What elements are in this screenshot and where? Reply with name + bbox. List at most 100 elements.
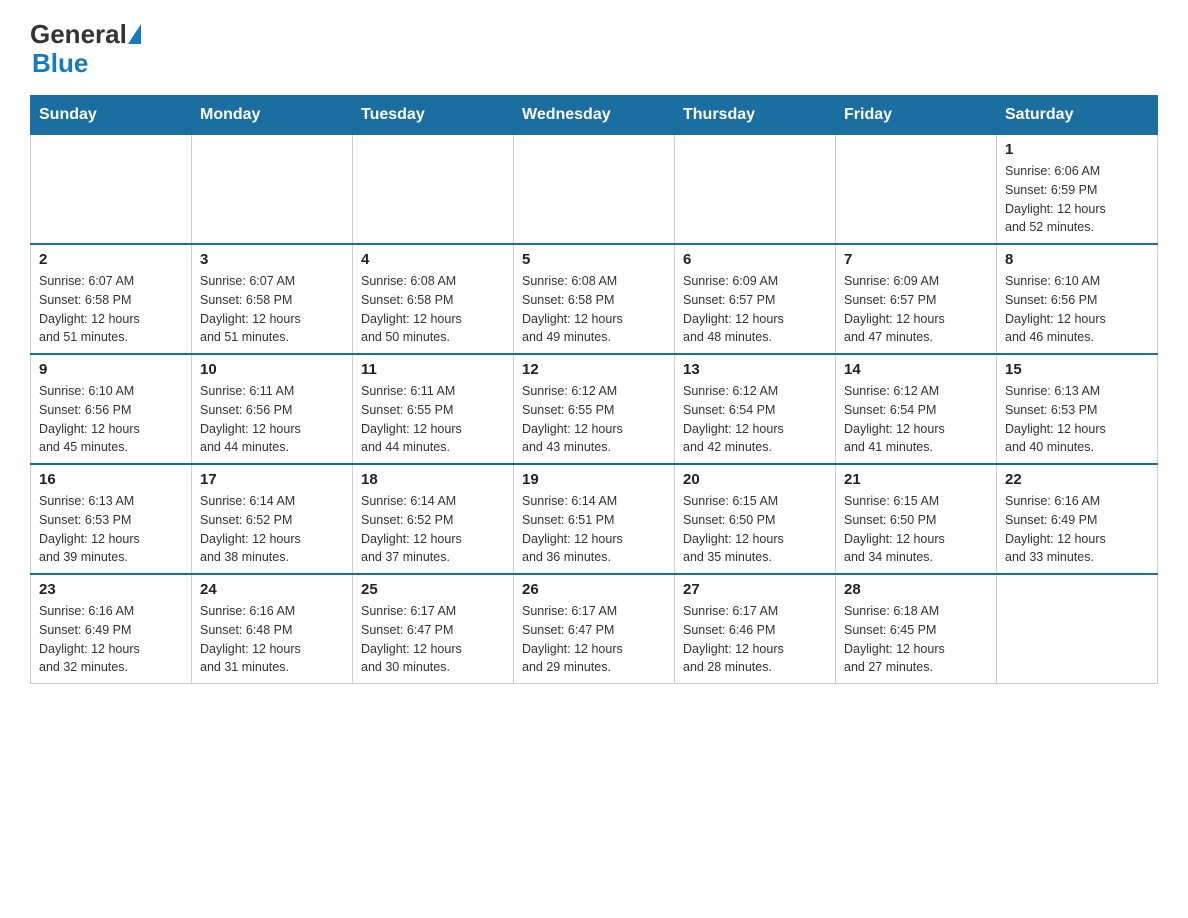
day-info: Sunrise: 6:17 AMSunset: 6:47 PMDaylight:… bbox=[361, 602, 505, 677]
day-info: Sunrise: 6:12 AMSunset: 6:54 PMDaylight:… bbox=[683, 382, 827, 457]
day-number: 1 bbox=[1005, 141, 1149, 158]
weekday-header-thursday: Thursday bbox=[675, 96, 836, 135]
calendar-cell: 7 Sunrise: 6:09 AMSunset: 6:57 PMDaylight… bbox=[836, 244, 997, 354]
calendar-cell bbox=[836, 135, 997, 245]
day-number: 24 bbox=[200, 581, 344, 598]
calendar-cell: 21 Sunrise: 6:15 AMSunset: 6:50 PMDayligh… bbox=[836, 464, 997, 574]
calendar-cell: 25 Sunrise: 6:17 AMSunset: 6:47 PMDayligh… bbox=[353, 574, 514, 684]
calendar-cell: 8 Sunrise: 6:10 AMSunset: 6:56 PMDaylight… bbox=[997, 244, 1158, 354]
day-info: Sunrise: 6:12 AMSunset: 6:54 PMDaylight:… bbox=[844, 382, 988, 457]
calendar-cell: 18 Sunrise: 6:14 AMSunset: 6:52 PMDayligh… bbox=[353, 464, 514, 574]
day-info: Sunrise: 6:09 AMSunset: 6:57 PMDaylight:… bbox=[844, 272, 988, 347]
calendar-cell: 4Sunrise: 6:08 AMSunset: 6:58 PMDaylight… bbox=[353, 244, 514, 354]
day-info: Sunrise: 6:11 AMSunset: 6:55 PMDaylight:… bbox=[361, 382, 505, 457]
day-number: 14 bbox=[844, 361, 988, 378]
day-number: 22 bbox=[1005, 471, 1149, 488]
day-info: Sunrise: 6:16 AMSunset: 6:49 PMDaylight:… bbox=[1005, 492, 1149, 567]
calendar-cell: 11 Sunrise: 6:11 AMSunset: 6:55 PMDayligh… bbox=[353, 354, 514, 464]
calendar-cell: 20 Sunrise: 6:15 AMSunset: 6:50 PMDayligh… bbox=[675, 464, 836, 574]
calendar-cell: 5 Sunrise: 6:08 AMSunset: 6:58 PMDaylight… bbox=[514, 244, 675, 354]
day-number: 3 bbox=[200, 251, 344, 268]
calendar-week-row: 1Sunrise: 6:06 AMSunset: 6:59 PMDaylight… bbox=[31, 135, 1158, 245]
weekday-header-wednesday: Wednesday bbox=[514, 96, 675, 135]
day-info: Sunrise: 6:09 AMSunset: 6:57 PMDaylight:… bbox=[683, 272, 827, 347]
day-number: 2 bbox=[39, 251, 183, 268]
calendar-cell: 1Sunrise: 6:06 AMSunset: 6:59 PMDaylight… bbox=[997, 135, 1158, 245]
day-info: Sunrise: 6:15 AMSunset: 6:50 PMDaylight:… bbox=[844, 492, 988, 567]
day-number: 23 bbox=[39, 581, 183, 598]
day-info: Sunrise: 6:17 AMSunset: 6:46 PMDaylight:… bbox=[683, 602, 827, 677]
calendar-week-row: 9Sunrise: 6:10 AMSunset: 6:56 PMDaylight… bbox=[31, 354, 1158, 464]
day-info: Sunrise: 6:07 AMSunset: 6:58 PMDaylight:… bbox=[200, 272, 344, 347]
weekday-header-friday: Friday bbox=[836, 96, 997, 135]
day-number: 15 bbox=[1005, 361, 1149, 378]
calendar-cell: 19 Sunrise: 6:14 AMSunset: 6:51 PMDayligh… bbox=[514, 464, 675, 574]
day-number: 27 bbox=[683, 581, 827, 598]
weekday-header-row: SundayMondayTuesdayWednesdayThursdayFrid… bbox=[31, 96, 1158, 135]
calendar-cell bbox=[514, 135, 675, 245]
calendar-cell bbox=[675, 135, 836, 245]
day-info: Sunrise: 6:13 AMSunset: 6:53 PMDaylight:… bbox=[39, 492, 183, 567]
day-number: 25 bbox=[361, 581, 505, 598]
day-info: Sunrise: 6:13 AMSunset: 6:53 PMDaylight:… bbox=[1005, 382, 1149, 457]
calendar-cell: 26 Sunrise: 6:17 AMSunset: 6:47 PMDayligh… bbox=[514, 574, 675, 684]
calendar-cell: 16Sunrise: 6:13 AMSunset: 6:53 PMDayligh… bbox=[31, 464, 192, 574]
logo: General Blue bbox=[30, 20, 141, 77]
day-number: 11 bbox=[361, 361, 505, 378]
day-number: 8 bbox=[1005, 251, 1149, 268]
calendar-cell: 23 Sunrise: 6:16 AMSunset: 6:49 PMDayligh… bbox=[31, 574, 192, 684]
day-number: 7 bbox=[844, 251, 988, 268]
day-number: 6 bbox=[683, 251, 827, 268]
day-info: Sunrise: 6:16 AMSunset: 6:49 PMDaylight:… bbox=[39, 602, 183, 677]
calendar-cell: 2Sunrise: 6:07 AMSunset: 6:58 PMDaylight… bbox=[31, 244, 192, 354]
day-info: Sunrise: 6:11 AMSunset: 6:56 PMDaylight:… bbox=[200, 382, 344, 457]
calendar-cell: 27 Sunrise: 6:17 AMSunset: 6:46 PMDayligh… bbox=[675, 574, 836, 684]
calendar-table: SundayMondayTuesdayWednesdayThursdayFrid… bbox=[30, 95, 1158, 684]
calendar-cell: 14 Sunrise: 6:12 AMSunset: 6:54 PMDayligh… bbox=[836, 354, 997, 464]
calendar-cell bbox=[31, 135, 192, 245]
weekday-header-tuesday: Tuesday bbox=[353, 96, 514, 135]
day-info: Sunrise: 6:12 AMSunset: 6:55 PMDaylight:… bbox=[522, 382, 666, 457]
day-info: Sunrise: 6:17 AMSunset: 6:47 PMDaylight:… bbox=[522, 602, 666, 677]
day-number: 5 bbox=[522, 251, 666, 268]
day-number: 21 bbox=[844, 471, 988, 488]
day-info: Sunrise: 6:18 AMSunset: 6:45 PMDaylight:… bbox=[844, 602, 988, 677]
day-number: 12 bbox=[522, 361, 666, 378]
weekday-header-saturday: Saturday bbox=[997, 96, 1158, 135]
day-number: 28 bbox=[844, 581, 988, 598]
weekday-header-monday: Monday bbox=[192, 96, 353, 135]
day-number: 26 bbox=[522, 581, 666, 598]
day-number: 18 bbox=[361, 471, 505, 488]
calendar-cell: 9Sunrise: 6:10 AMSunset: 6:56 PMDaylight… bbox=[31, 354, 192, 464]
calendar-cell: 12 Sunrise: 6:12 AMSunset: 6:55 PMDayligh… bbox=[514, 354, 675, 464]
day-info: Sunrise: 6:15 AMSunset: 6:50 PMDaylight:… bbox=[683, 492, 827, 567]
calendar-cell: 15 Sunrise: 6:13 AMSunset: 6:53 PMDayligh… bbox=[997, 354, 1158, 464]
day-number: 20 bbox=[683, 471, 827, 488]
calendar-cell: 13 Sunrise: 6:12 AMSunset: 6:54 PMDayligh… bbox=[675, 354, 836, 464]
weekday-header-sunday: Sunday bbox=[31, 96, 192, 135]
day-info: Sunrise: 6:10 AMSunset: 6:56 PMDaylight:… bbox=[1005, 272, 1149, 347]
day-number: 9 bbox=[39, 361, 183, 378]
calendar-cell bbox=[192, 135, 353, 245]
day-info: Sunrise: 6:14 AMSunset: 6:52 PMDaylight:… bbox=[200, 492, 344, 567]
calendar-cell: 17 Sunrise: 6:14 AMSunset: 6:52 PMDayligh… bbox=[192, 464, 353, 574]
calendar-week-row: 23 Sunrise: 6:16 AMSunset: 6:49 PMDayligh… bbox=[31, 574, 1158, 684]
logo-triangle-icon bbox=[128, 24, 141, 44]
logo-general-text: General bbox=[30, 20, 127, 49]
calendar-cell bbox=[997, 574, 1158, 684]
calendar-cell: 24 Sunrise: 6:16 AMSunset: 6:48 PMDayligh… bbox=[192, 574, 353, 684]
day-number: 10 bbox=[200, 361, 344, 378]
calendar-cell: 10 Sunrise: 6:11 AMSunset: 6:56 PMDayligh… bbox=[192, 354, 353, 464]
calendar-cell: 28 Sunrise: 6:18 AMSunset: 6:45 PMDayligh… bbox=[836, 574, 997, 684]
day-info: Sunrise: 6:14 AMSunset: 6:51 PMDaylight:… bbox=[522, 492, 666, 567]
calendar-cell bbox=[353, 135, 514, 245]
day-info: Sunrise: 6:16 AMSunset: 6:48 PMDaylight:… bbox=[200, 602, 344, 677]
calendar-cell: 22 Sunrise: 6:16 AMSunset: 6:49 PMDayligh… bbox=[997, 464, 1158, 574]
day-info: Sunrise: 6:14 AMSunset: 6:52 PMDaylight:… bbox=[361, 492, 505, 567]
day-number: 19 bbox=[522, 471, 666, 488]
day-number: 13 bbox=[683, 361, 827, 378]
day-number: 17 bbox=[200, 471, 344, 488]
calendar-cell: 3 Sunrise: 6:07 AMSunset: 6:58 PMDaylight… bbox=[192, 244, 353, 354]
calendar-cell: 6 Sunrise: 6:09 AMSunset: 6:57 PMDaylight… bbox=[675, 244, 836, 354]
day-info: Sunrise: 6:08 AMSunset: 6:58 PMDaylight:… bbox=[522, 272, 666, 347]
